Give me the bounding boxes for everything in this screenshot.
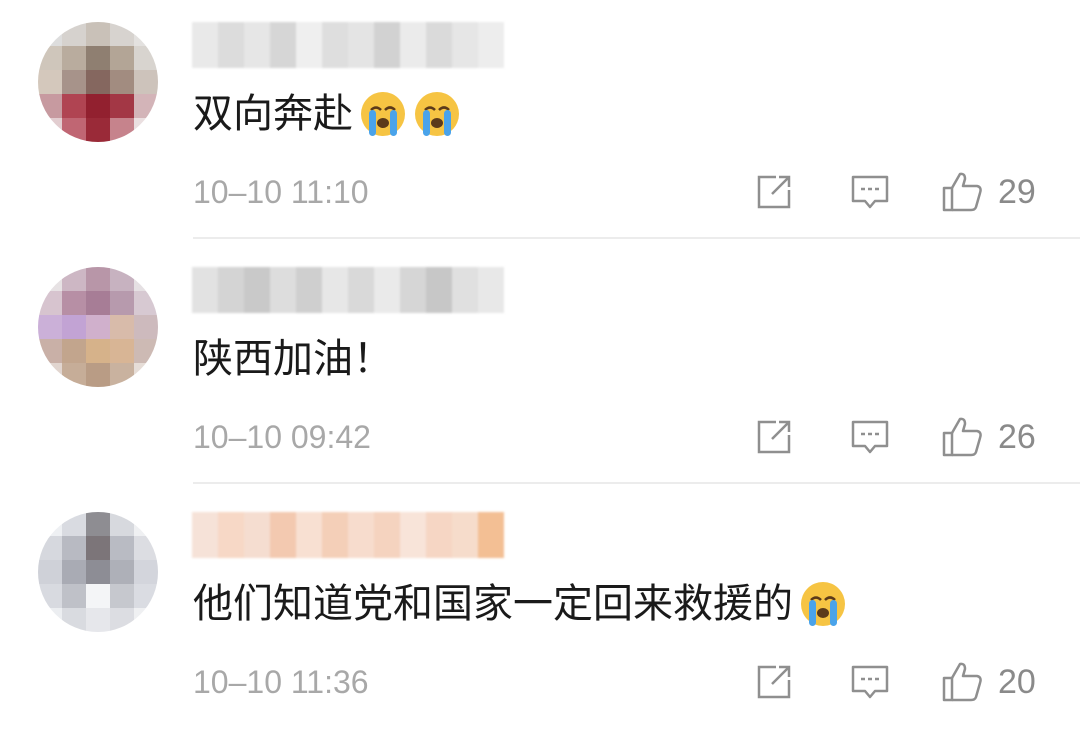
like-count: 26 (998, 418, 1036, 456)
comment-text-label: 双向奔赴 (193, 91, 353, 137)
share-icon (757, 420, 791, 454)
like-button[interactable]: 26 (940, 415, 1036, 459)
username-blurred[interactable] (192, 267, 504, 313)
crying-face-emoji-icon (361, 92, 405, 136)
reply-button[interactable] (849, 415, 891, 459)
comment-icon (851, 420, 889, 454)
comment-text-label: 陕西加油！ (193, 336, 393, 382)
username-blurred[interactable] (192, 22, 504, 68)
share-icon (757, 175, 791, 209)
reply-button[interactable] (849, 660, 891, 704)
comment-item: 他们知道党和国家一定回来救援的 10–10 11:36 20 (0, 490, 1080, 735)
share-icon (757, 665, 791, 699)
thumbs-up-icon (942, 417, 982, 457)
comment-timestamp: 10–10 11:10 (193, 174, 369, 210)
share-button[interactable] (754, 170, 794, 214)
comment-text: 双向奔赴 (193, 86, 461, 142)
comment-timestamp: 10–10 11:36 (193, 664, 369, 700)
share-button[interactable] (754, 660, 794, 704)
avatar[interactable] (38, 22, 158, 142)
username-blurred[interactable] (192, 512, 504, 558)
avatar[interactable] (38, 512, 158, 632)
comment-icon (851, 665, 889, 699)
avatar[interactable] (38, 267, 158, 387)
like-button[interactable]: 20 (940, 660, 1036, 704)
crying-face-emoji-icon (415, 92, 459, 136)
thumbs-up-icon (942, 172, 982, 212)
comment-item: 陕西加油！ 10–10 09:42 26 (0, 245, 1080, 490)
divider (193, 237, 1080, 239)
comment-icon (851, 175, 889, 209)
reply-button[interactable] (849, 170, 891, 214)
share-button[interactable] (754, 415, 794, 459)
like-count: 29 (998, 173, 1036, 211)
thumbs-up-icon (942, 662, 982, 702)
divider (193, 482, 1080, 484)
crying-face-emoji-icon (801, 582, 845, 626)
comment-item: 双向奔赴 10–10 11:10 29 (0, 0, 1080, 245)
comment-text: 他们知道党和国家一定回来救援的 (193, 576, 847, 632)
like-count: 20 (998, 663, 1036, 701)
comment-text: 陕西加油！ (193, 331, 393, 387)
comment-text-label: 他们知道党和国家一定回来救援的 (193, 581, 793, 627)
comment-timestamp: 10–10 09:42 (193, 419, 371, 455)
like-button[interactable]: 29 (940, 170, 1036, 214)
